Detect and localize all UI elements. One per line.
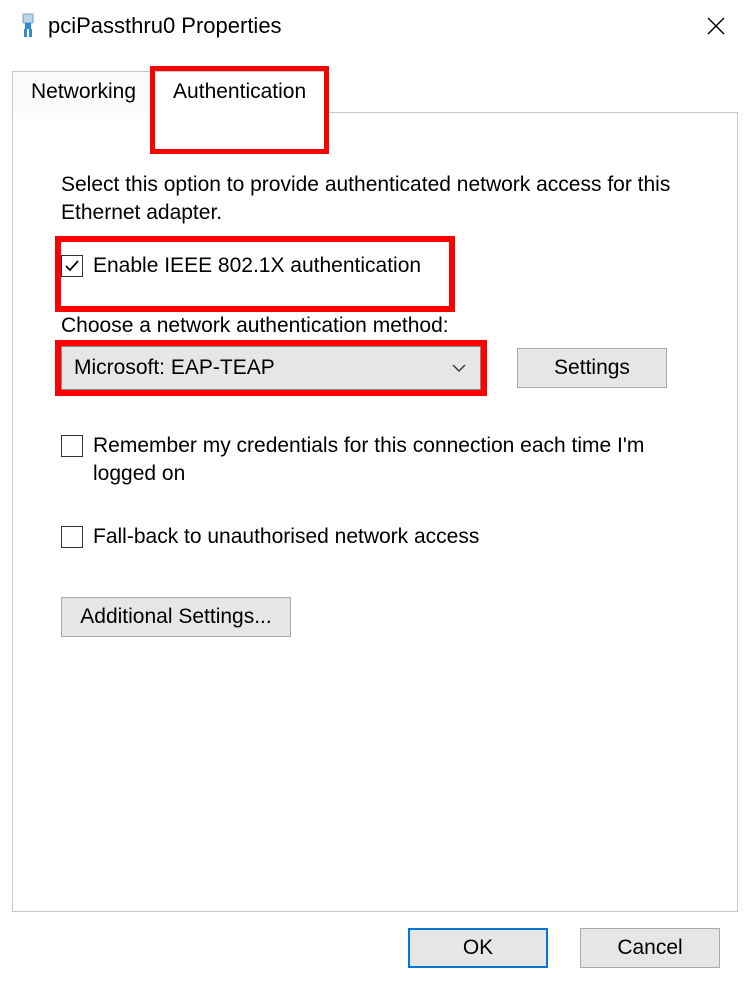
cancel-button-label: Cancel bbox=[617, 936, 682, 960]
chevron-down-icon bbox=[452, 360, 466, 376]
close-icon bbox=[706, 16, 726, 36]
choose-method-label: Choose a network authentication method: bbox=[61, 314, 689, 338]
fallback-checkbox[interactable]: Fall-back to unauthorised network access bbox=[61, 523, 689, 551]
window-title: pciPassthru0 Properties bbox=[48, 13, 700, 39]
enable-8021x-label: Enable IEEE 802.1X authentication bbox=[93, 252, 421, 280]
network-adapter-icon bbox=[18, 13, 38, 39]
enable-8021x-checkbox[interactable]: Enable IEEE 802.1X authentication bbox=[61, 252, 689, 280]
enable-auth-block: Enable IEEE 802.1X authentication bbox=[61, 236, 689, 284]
auth-method-dropdown[interactable]: Microsoft: EAP-TEAP bbox=[61, 346, 481, 390]
close-button[interactable] bbox=[700, 10, 732, 42]
titlebar: pciPassthru0 Properties bbox=[0, 0, 750, 52]
cancel-button[interactable]: Cancel bbox=[580, 928, 720, 968]
tab-bar: Networking Authentication bbox=[12, 70, 738, 112]
fallback-label: Fall-back to unauthorised network access bbox=[93, 523, 479, 551]
ok-button[interactable]: OK bbox=[408, 928, 548, 968]
auth-method-selected: Microsoft: EAP-TEAP bbox=[74, 356, 275, 380]
checkbox-unchecked-icon bbox=[61, 526, 83, 548]
description-text: Select this option to provide authentica… bbox=[61, 171, 689, 228]
settings-button-label: Settings bbox=[554, 356, 630, 380]
additional-settings-label: Additional Settings... bbox=[80, 605, 271, 629]
tab-authentication-label: Authentication bbox=[173, 80, 306, 103]
tab-panel-authentication: Select this option to provide authentica… bbox=[12, 112, 738, 912]
additional-settings-button[interactable]: Additional Settings... bbox=[61, 597, 291, 637]
remember-credentials-label: Remember my credentials for this connect… bbox=[93, 432, 689, 489]
tab-authentication[interactable]: Authentication bbox=[154, 71, 325, 113]
remember-credentials-checkbox[interactable]: Remember my credentials for this connect… bbox=[61, 432, 689, 489]
checkbox-checked-icon bbox=[61, 255, 83, 277]
dialog-footer: OK Cancel bbox=[0, 912, 750, 968]
method-row: Microsoft: EAP-TEAP Settings bbox=[61, 346, 689, 390]
tab-networking[interactable]: Networking bbox=[12, 71, 155, 113]
checkbox-unchecked-icon bbox=[61, 435, 83, 457]
settings-button[interactable]: Settings bbox=[517, 348, 667, 388]
tab-networking-label: Networking bbox=[31, 80, 136, 103]
ok-button-label: OK bbox=[463, 936, 493, 960]
